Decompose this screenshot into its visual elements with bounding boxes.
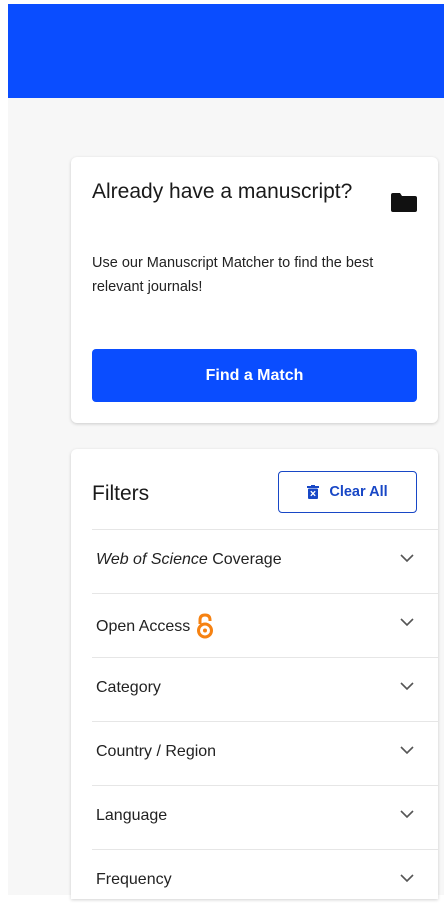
- filter-label-text: Open Access: [96, 618, 191, 635]
- filter-label: Language: [96, 807, 167, 825]
- clear-all-label: Clear All: [329, 484, 388, 500]
- filter-label: Web of Science Coverage: [96, 551, 282, 569]
- trash-icon: [307, 485, 320, 499]
- filter-label: Category: [96, 679, 161, 697]
- filter-label-text: Frequency: [96, 871, 172, 888]
- manuscript-matcher-card: Already have a manuscript? Use our Manus…: [71, 157, 438, 423]
- filter-label: Country / Region: [96, 743, 216, 761]
- clear-all-button[interactable]: Clear All: [278, 471, 417, 513]
- filter-label-italic: Web of Science: [96, 551, 208, 568]
- filters-panel: Filters Clear All Web of Science Coverag…: [71, 449, 438, 899]
- filter-language[interactable]: Language: [92, 785, 438, 849]
- manuscript-card-description: Use our Manuscript Matcher to find the b…: [92, 255, 374, 295]
- filter-open-access[interactable]: Open Access: [92, 593, 438, 657]
- filter-list: Web of Science Coverage Open Access Cate…: [71, 529, 438, 913]
- find-a-match-button[interactable]: Find a Match: [92, 349, 417, 402]
- chevron-down-icon: [400, 554, 414, 563]
- chevron-down-icon: [400, 682, 414, 691]
- chevron-down-icon: [400, 746, 414, 755]
- filters-title: Filters: [92, 482, 150, 505]
- folder-icon: [391, 193, 417, 212]
- manuscript-card-title: Already have a manuscript?: [92, 180, 353, 203]
- chevron-down-icon: [400, 618, 414, 627]
- chevron-down-icon: [400, 810, 414, 819]
- filter-label-text: Language: [96, 807, 168, 824]
- filter-label-text: Category: [96, 679, 161, 696]
- filter-frequency[interactable]: Frequency: [92, 849, 438, 913]
- filter-label-rest: Coverage: [207, 551, 282, 568]
- filter-label-text: Country / Region: [96, 743, 217, 760]
- filter-web-of-science-coverage[interactable]: Web of Science Coverage: [92, 529, 438, 593]
- chevron-down-icon: [400, 874, 414, 883]
- open-access-icon: [197, 613, 214, 639]
- top-header-bar: [8, 4, 444, 98]
- filter-category[interactable]: Category: [92, 657, 438, 721]
- filter-country-region[interactable]: Country / Region: [92, 721, 438, 785]
- filter-label: Frequency: [96, 871, 172, 889]
- filter-label: Open Access: [96, 613, 214, 639]
